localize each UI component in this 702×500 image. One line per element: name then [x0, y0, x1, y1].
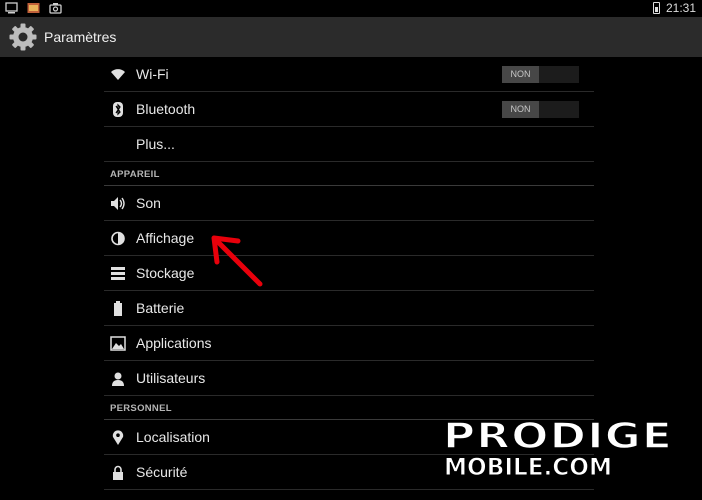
- settings-item-applications[interactable]: Applications: [104, 326, 594, 361]
- battery-icon: [114, 301, 122, 316]
- clock: 21:31: [665, 1, 696, 15]
- section-header-label: PERSONNEL: [110, 403, 172, 414]
- prodige-mobile-logo: PRODIGE MOBILE.COM: [442, 415, 673, 480]
- settings-item-display[interactable]: Affichage: [104, 221, 594, 256]
- section-header-device: APPAREIL: [104, 162, 594, 186]
- settings-item-sound[interactable]: Son: [104, 186, 594, 221]
- settings-item-label: Plus...: [136, 136, 175, 152]
- status-right: 21:31: [652, 1, 696, 15]
- settings-item-label: Wi-Fi: [136, 66, 169, 82]
- settings-item-label: Batterie: [136, 300, 185, 316]
- logo-line1: PRODIGE: [443, 416, 673, 457]
- status-bar: 21:31: [0, 0, 702, 17]
- settings-item-bluetooth[interactable]: Bluetooth NON: [104, 92, 594, 127]
- speaker-icon: [111, 197, 125, 210]
- gear-icon[interactable]: [8, 22, 38, 52]
- settings-item-wifi[interactable]: Wi-Fi NON: [104, 57, 594, 92]
- page-title: Paramètres: [44, 29, 117, 45]
- settings-item-storage[interactable]: Stockage: [104, 256, 594, 291]
- settings-item-label: Affichage: [136, 230, 195, 246]
- settings-item-label: Stockage: [136, 265, 195, 281]
- settings-item-label: Localisation: [136, 429, 210, 445]
- notification-icons: [5, 2, 62, 14]
- brightness-icon: [111, 231, 125, 246]
- camera-notification-icon: [49, 3, 62, 14]
- wifi-toggle[interactable]: NON: [502, 66, 579, 83]
- user-icon: [112, 372, 124, 386]
- bluetooth-toggle[interactable]: NON: [502, 101, 579, 118]
- wifi-toggle-state: NON: [502, 66, 539, 83]
- location-pin-icon: [112, 430, 124, 445]
- bluetooth-toggle-state: NON: [502, 101, 539, 118]
- storage-icon: [111, 267, 125, 280]
- lock-icon: [113, 465, 123, 480]
- settings-item-label: Bluetooth: [136, 101, 196, 117]
- bluetooth-icon: [113, 102, 123, 117]
- battery-status-icon: [652, 2, 660, 14]
- settings-item-battery[interactable]: Batterie: [104, 291, 594, 326]
- section-header-label: APPAREIL: [110, 169, 160, 180]
- logo-line2: MOBILE.COM: [444, 453, 612, 480]
- settings-item-label: Sécurité: [136, 464, 188, 480]
- gallery-notification-icon: [27, 3, 40, 13]
- annotation-arrow-icon: [211, 235, 263, 287]
- settings-item-label: Son: [136, 195, 161, 211]
- apps-icon: [110, 336, 126, 351]
- settings-item-more[interactable]: Plus...: [104, 127, 594, 162]
- settings-item-users[interactable]: Utilisateurs: [104, 361, 594, 396]
- screenshot-notification-icon: [5, 2, 18, 14]
- action-bar: Paramètres: [0, 17, 702, 57]
- settings-item-label: Applications: [136, 335, 212, 351]
- settings-item-label: Utilisateurs: [136, 370, 206, 386]
- wifi-icon: [111, 69, 125, 80]
